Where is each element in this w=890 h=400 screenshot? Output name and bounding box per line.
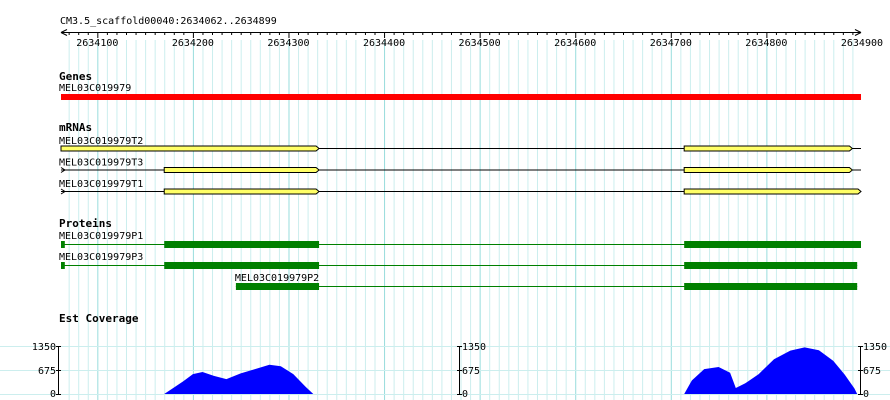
ruler-tick-label: 2634700	[650, 38, 692, 49]
ruler-tick-label: 2634600	[554, 38, 596, 49]
mrna-exon[interactable]	[60, 145, 320, 152]
mrna-label: MEL03C019979T3	[59, 158, 143, 169]
protein-segment[interactable]	[61, 241, 65, 248]
mrna-label: MEL03C019979T2	[59, 136, 143, 147]
genes-track-title: Genes	[59, 70, 92, 83]
coverage-axis-label: 0	[50, 389, 56, 400]
protein-segment[interactable]	[164, 241, 320, 248]
mrna-exon[interactable]	[683, 145, 854, 152]
ruler-tick-label: 2634400	[363, 38, 405, 49]
ruler-tick-label: 2634300	[267, 38, 309, 49]
coverage-axis-label: 1350	[863, 342, 887, 353]
coverage-track: 1350 675 0 1350 675 0 1350 675 0	[0, 342, 890, 400]
gene-label: MEL03C019979	[59, 83, 131, 94]
coverage-axis-label: 1350	[32, 342, 56, 353]
genes-track: MEL03C019979	[59, 83, 861, 100]
protein-segment[interactable]	[684, 283, 858, 290]
coverage-axis-label: 0	[462, 389, 468, 400]
mrnas-track-title: mRNAs	[59, 121, 92, 134]
coverage-area[interactable]	[164, 364, 314, 394]
mrna-exon[interactable]	[683, 167, 854, 173]
protein-segment[interactable]	[164, 262, 320, 269]
mrna-exon[interactable]	[163, 188, 320, 195]
region-label: CM3.5_scaffold00040:2634062..2634899	[60, 16, 277, 27]
ruler-tick-label: 2634200	[172, 38, 214, 49]
protein-label: MEL03C019979P1	[59, 231, 143, 242]
proteins-track: MEL03C019979P1 MEL03C019979P3 MEL03C019979…	[59, 231, 861, 290]
coverage-axis-label: 675	[38, 366, 56, 377]
gene-feature[interactable]	[61, 94, 861, 100]
ruler-tick-label: 2634900	[841, 38, 883, 49]
coverage-axis-label: 1350	[462, 342, 486, 353]
proteins-track-title: Proteins	[59, 217, 112, 230]
mrna-exon[interactable]	[683, 188, 862, 195]
ruler[interactable]: 2634100 2634200 2634300 2634400 2634500 26346…	[60, 29, 883, 50]
track-canvas: CM3.5_scaffold00040:2634062..2634899 263…	[0, 16, 890, 400]
coverage-axis-label: 0	[863, 389, 869, 400]
ruler-tick-label: 2634100	[76, 38, 118, 49]
protein-segment[interactable]	[235, 283, 320, 290]
ruler-tick-label: 2634500	[459, 38, 501, 49]
protein-segment[interactable]	[61, 262, 65, 269]
coverage-axis-label: 675	[462, 366, 480, 377]
protein-label: MEL03C019979P3	[59, 252, 143, 263]
ruler-tick-label: 2634800	[745, 38, 787, 49]
protein-segment[interactable]	[684, 262, 858, 269]
mrna-exon[interactable]	[163, 167, 320, 173]
coverage-area[interactable]	[684, 347, 858, 394]
mrnas-track: MEL03C019979T2 MEL03C019979T3 MEL03C019979…	[59, 136, 862, 195]
mrna-label: MEL03C019979T1	[59, 179, 143, 190]
protein-segment[interactable]	[684, 241, 861, 248]
coverage-track-title: Est Coverage	[59, 312, 139, 325]
coverage-axis-label: 675	[863, 366, 881, 377]
protein-label: MEL03C019979P2	[235, 273, 319, 284]
genome-browser: CM3.5_scaffold00040:2634062..2634899 263…	[0, 0, 890, 400]
